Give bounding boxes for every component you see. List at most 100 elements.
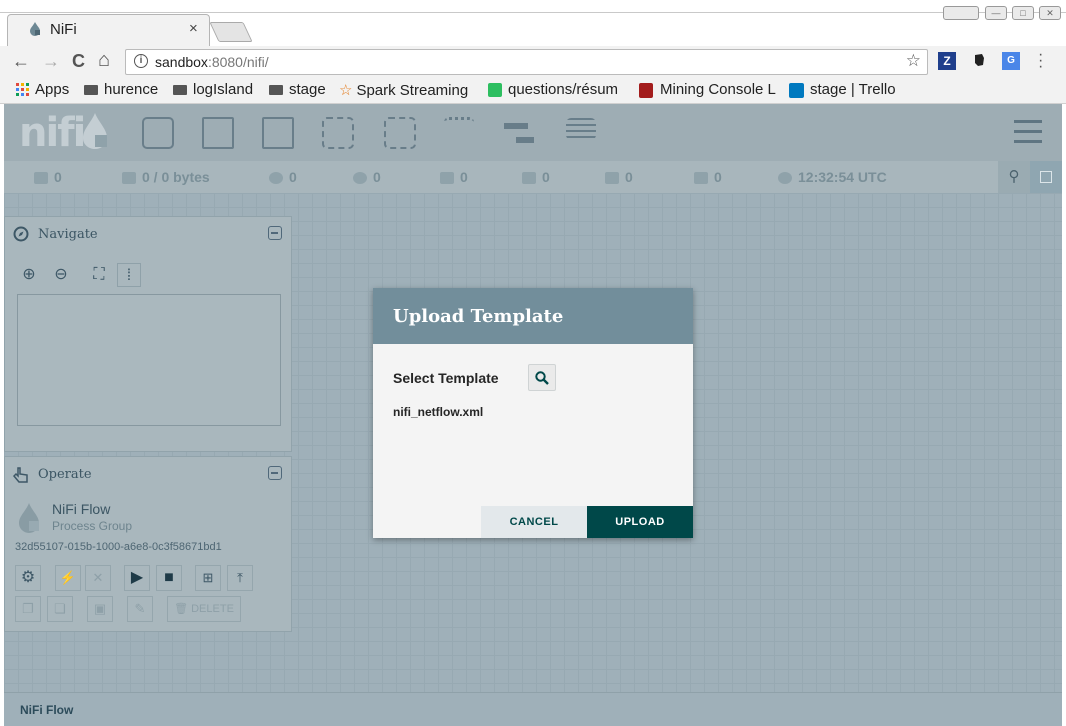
process-group-tool-icon[interactable] <box>322 117 354 149</box>
tab-nifi[interactable]: NiFi × <box>7 14 210 46</box>
mining-console-icon <box>639 82 653 98</box>
input-port-tool-icon[interactable] <box>202 117 234 149</box>
tab-title: NiFi <box>50 21 77 38</box>
site-info-icon[interactable]: i <box>134 54 148 68</box>
window-profile-button[interactable] <box>943 6 979 20</box>
selected-component-type: Process Group <box>52 519 133 533</box>
template-tool-icon[interactable] <box>504 117 536 149</box>
nifi-favicon-icon <box>30 22 40 36</box>
home-icon[interactable]: ⌂ <box>98 49 110 72</box>
selected-component-id: 32d55107-015b-1000-a6e8-0c3f58671bd1 <box>15 541 222 553</box>
disabled-icon <box>694 172 708 185</box>
enable-icon[interactable]: ⚡ <box>55 565 81 591</box>
navigate-panel: Navigate ⊕ ⊖ ⛶ ⁞ <box>4 216 292 452</box>
bookmark-spark-streaming[interactable]: ☆ Spark Streaming <box>339 81 473 99</box>
evernote-extension-icon[interactable] <box>970 52 988 70</box>
copy-icon[interactable]: ❐ <box>15 596 41 622</box>
cancel-button[interactable]: CANCEL <box>481 506 587 538</box>
search-icon <box>535 371 549 385</box>
forward-icon[interactable]: → <box>42 51 60 72</box>
disable-icon[interactable]: ✕ <box>85 565 111 591</box>
spark-star-icon: ☆ <box>339 82 353 99</box>
translate-extension-icon[interactable]: G <box>1002 52 1020 70</box>
group-icon[interactable]: ▣ <box>87 596 113 622</box>
folder-icon <box>269 85 283 96</box>
not-transmitting-stat: 0 <box>353 169 381 185</box>
window-minimize-button[interactable]: — <box>985 6 1007 20</box>
process-group-drop-icon <box>19 503 39 533</box>
bookmark-questions[interactable]: questions/résum <box>488 81 625 98</box>
birdseye-view[interactable] <box>17 294 281 426</box>
reload-icon[interactable]: C <box>72 51 85 72</box>
browser-toolbar: ← → C ⌂ i sandbox:8080/nifi/ ☆ Z G · · · <box>0 46 1066 78</box>
operate-collapse-icon[interactable] <box>268 466 282 480</box>
start-icon[interactable]: ▶ <box>124 565 150 591</box>
color-brush-icon[interactable]: ✎ <box>127 596 153 622</box>
upload-template-icon[interactable]: ⤒ <box>227 565 253 591</box>
threads-icon <box>34 172 48 185</box>
bookmark-apps[interactable]: Apps <box>16 81 69 98</box>
bookmark-stage[interactable]: stage <box>269 81 326 98</box>
folder-icon <box>173 85 187 96</box>
search-icon[interactable]: ⚲ <box>998 161 1030 193</box>
zoom-out-icon[interactable]: ⊖ <box>49 263 73 287</box>
dialog-header: Upload Template <box>373 288 693 344</box>
operate-title: Operate <box>38 467 92 482</box>
nifi-drop-icon <box>83 113 107 149</box>
label-tool-icon[interactable] <box>566 118 596 140</box>
running-stat: 0 <box>440 169 468 185</box>
window-close-button[interactable]: ✕ <box>1039 6 1061 20</box>
stop-icon[interactable]: ■ <box>156 565 182 591</box>
browser-menu-icon[interactable]: · · · <box>1038 47 1043 75</box>
bookmark-trello[interactable]: stage | Trello <box>789 81 896 98</box>
new-tab-button[interactable] <box>209 22 253 42</box>
warning-icon <box>605 172 619 185</box>
not-transmitting-icon <box>353 172 367 185</box>
zotero-extension-icon[interactable]: Z <box>938 52 956 70</box>
tab-strip: — □ ✕ NiFi × <box>0 0 1066 46</box>
global-menu-icon[interactable] <box>1014 120 1042 144</box>
breadcrumb: NiFi Flow <box>4 692 1062 726</box>
play-icon <box>440 172 454 185</box>
back-icon[interactable]: ← <box>12 51 30 72</box>
stopped-stat: 0 <box>522 169 550 185</box>
actual-size-icon[interactable]: ⁞ <box>117 263 141 287</box>
delete-button[interactable]: 🗑 DELETE <box>167 596 241 622</box>
pointer-hand-icon <box>12 467 28 483</box>
processor-tool-icon[interactable] <box>142 117 174 149</box>
navigate-collapse-icon[interactable] <box>268 226 282 240</box>
paste-icon[interactable]: ❏ <box>47 596 73 622</box>
dialog-title: Upload Template <box>393 306 564 327</box>
bookmark-mining-console[interactable]: Mining Console L <box>639 81 776 98</box>
funnel-tool-icon[interactable] <box>444 117 474 149</box>
create-template-icon[interactable]: ⊞ <box>195 565 221 591</box>
fit-icon[interactable]: ⛶ <box>87 263 111 287</box>
evernote-bookmark-icon <box>488 83 502 98</box>
bookmark-logisland[interactable]: logIsland <box>173 81 253 98</box>
navigate-title: Navigate <box>38 227 98 242</box>
last-refresh-stat: 12:32:54 UTC <box>778 169 887 185</box>
remote-process-group-tool-icon[interactable] <box>384 117 416 149</box>
selected-component-name: NiFi Flow <box>52 501 111 517</box>
url-text[interactable]: sandbox:8080/nifi/ <box>155 54 269 70</box>
nifi-logo: nifi <box>19 110 86 156</box>
tab-close-icon[interactable]: × <box>189 20 198 37</box>
address-bar[interactable]: i sandbox:8080/nifi/ ☆ <box>125 49 928 75</box>
bookmark-star-icon[interactable]: ☆ <box>906 51 921 71</box>
configure-gear-icon[interactable]: ⚙ <box>15 565 41 591</box>
queued-stat: 0 / 0 bytes <box>122 169 210 185</box>
zoom-in-icon[interactable]: ⊕ <box>17 263 41 287</box>
trello-icon <box>789 82 804 98</box>
upload-button[interactable]: UPLOAD <box>587 506 693 538</box>
bookmark-hurence[interactable]: hurence <box>84 81 158 98</box>
output-port-tool-icon[interactable] <box>262 117 294 149</box>
browser-window: — □ ✕ NiFi × ← → C ⌂ i sandbox:8080/nifi… <box>0 0 1066 726</box>
breadcrumb-root-link[interactable]: NiFi Flow <box>20 703 73 717</box>
select-template-search-button[interactable] <box>528 364 556 391</box>
bulletin-board-icon[interactable] <box>1030 161 1062 193</box>
stop-icon <box>522 172 536 185</box>
window-maximize-button[interactable]: □ <box>1012 6 1034 20</box>
select-template-label: Select Template <box>393 370 499 386</box>
selected-file-name: nifi_netflow.xml <box>393 405 484 419</box>
invalid-stat: 0 <box>605 169 633 185</box>
